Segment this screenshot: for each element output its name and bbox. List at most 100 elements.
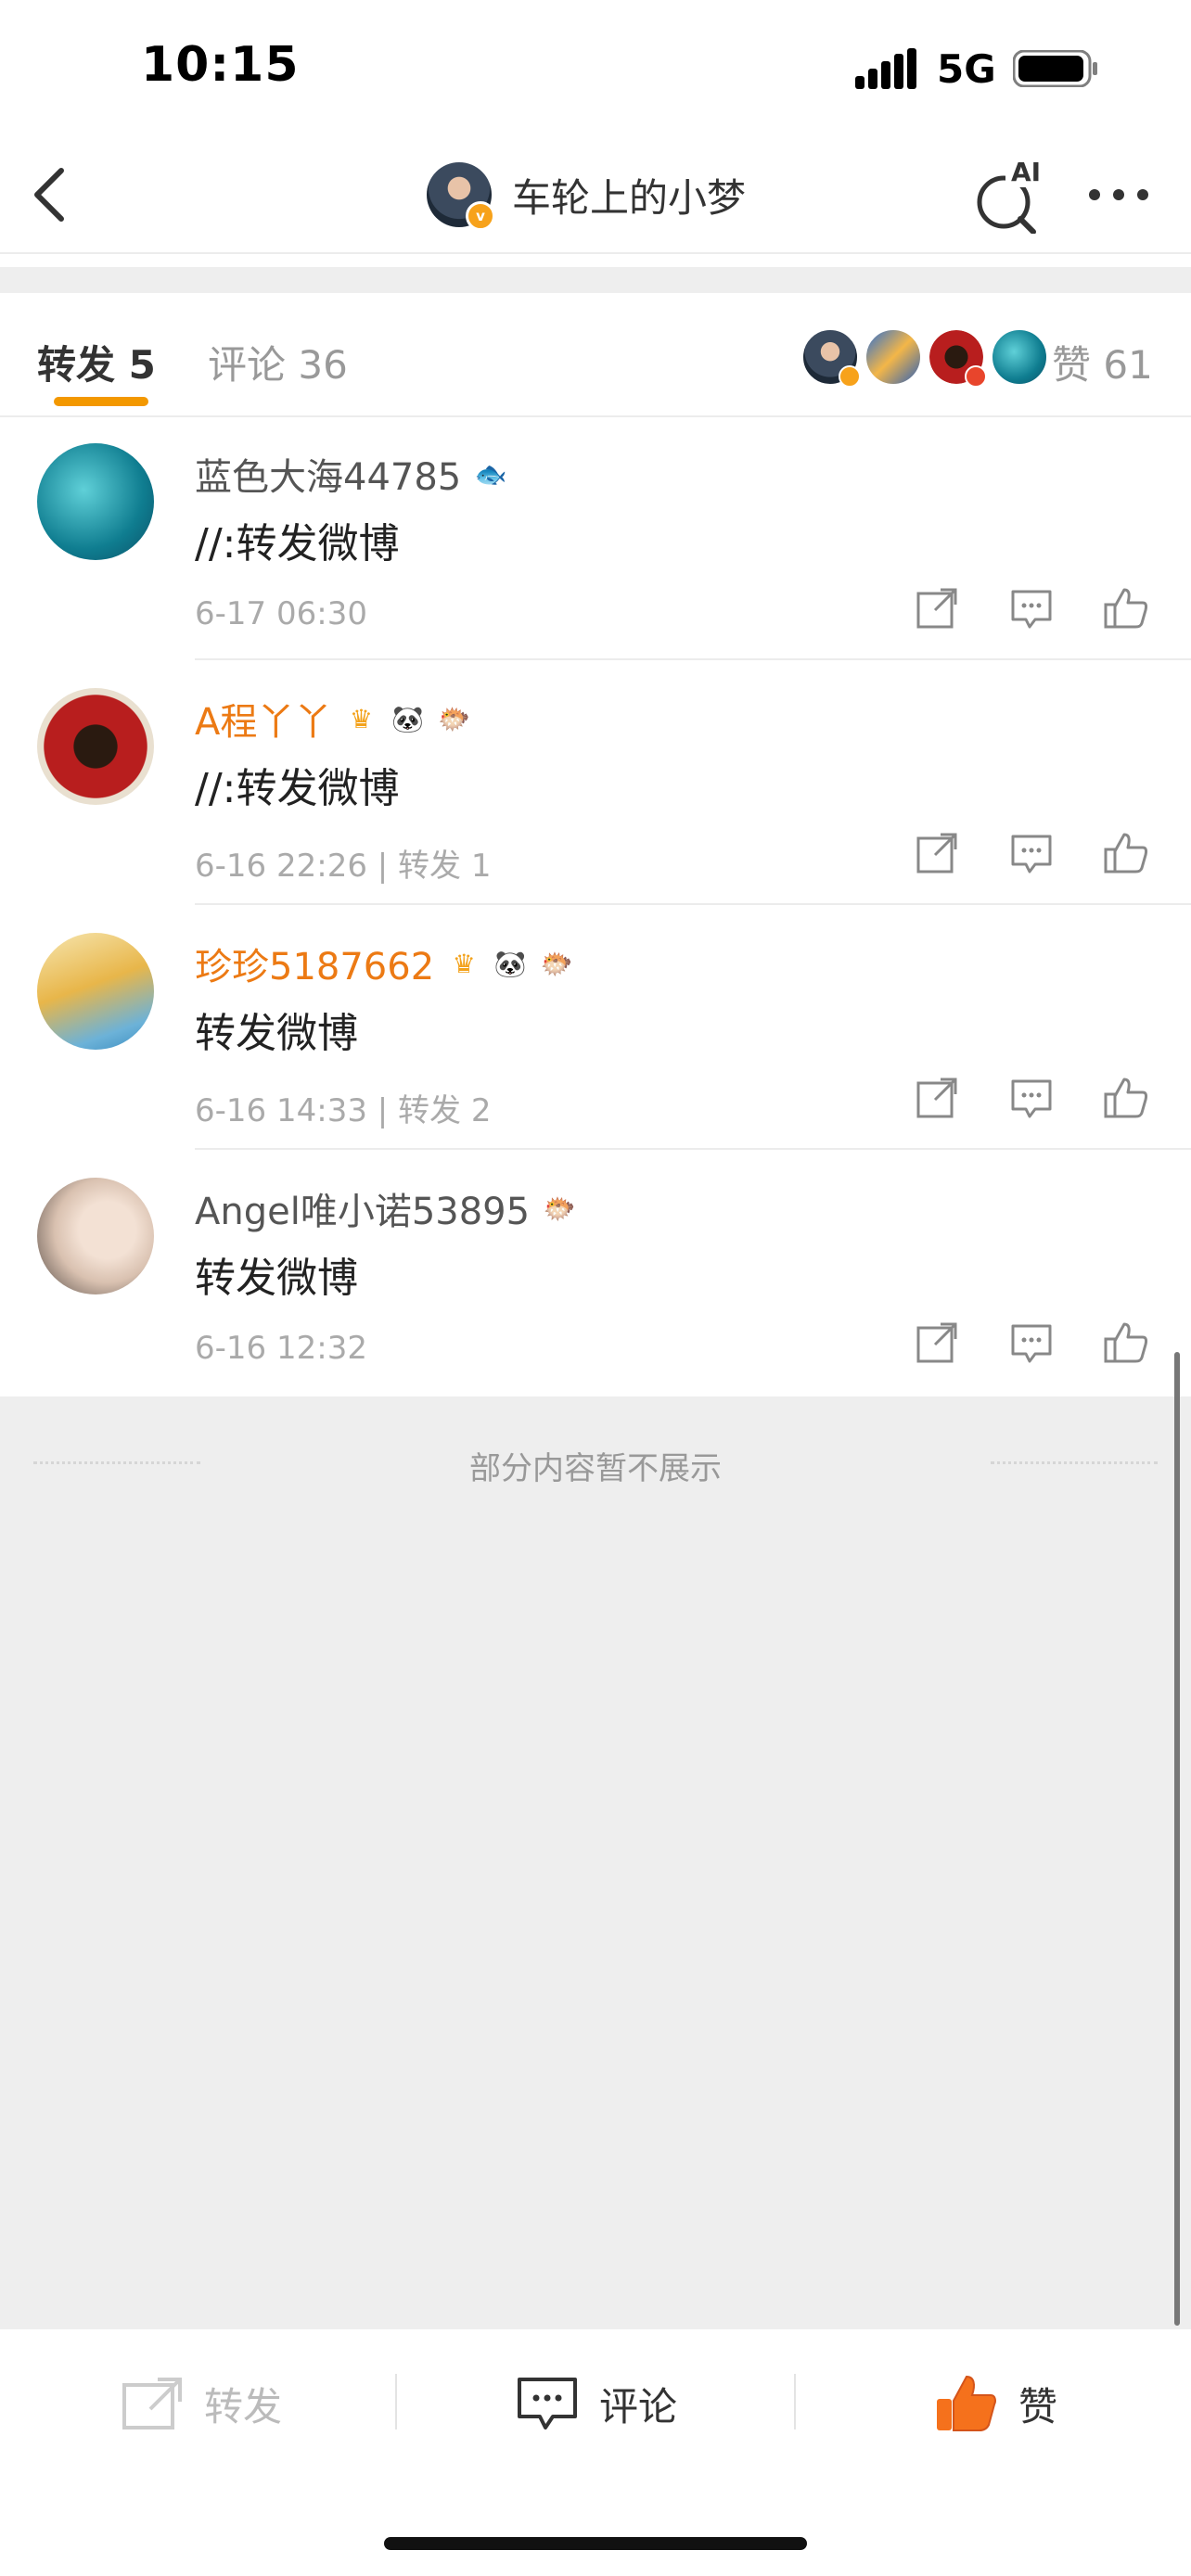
more-options-icon[interactable] [1085,176,1152,213]
comment-icon[interactable] [1007,584,1056,632]
user-name[interactable]: 珍珍5187662 ♛ 🐼 🐡 [195,937,583,990]
liker-avatars[interactable] [801,328,1054,388]
active-tab-indicator [54,397,148,406]
nav-title: 车轮上的小梦 [512,174,747,221]
repost-extra: | 转发 1 [377,848,492,885]
liker-avatar [991,328,1048,386]
user-name-text: 珍珍5187662 [195,946,435,988]
share-icon[interactable] [913,584,961,632]
share-icon[interactable] [913,1319,961,1367]
list-item[interactable]: 蓝色大海44785 🐟 //:转发微博 6-17 06:30 [0,415,1191,660]
like-label: 赞 [1018,2383,1058,2429]
repost-time: 6-16 14:33 [195,1092,367,1129]
comment-icon [518,2378,577,2429]
scrollbar[interactable] [1174,1352,1180,2326]
like-button[interactable]: 赞 [933,2366,1057,2441]
battery-icon [1013,50,1097,87]
ai-search-icon[interactable]: AI [974,156,1048,234]
nav-user[interactable]: v 车轮上的小梦 [427,158,746,232]
dotted-divider [991,1461,1158,1464]
separator [794,2374,796,2429]
list-item[interactable]: Angel唯小诺53895 🐡 转发微博 6-16 12:32 [0,1150,1191,1395]
share-icon[interactable] [913,1074,961,1122]
section-gap [0,267,1191,293]
repost-button[interactable]: 转发 [121,2366,282,2441]
user-name-text: Angel唯小诺53895 [195,1191,531,1233]
repost-meta: 6-16 22:26 | 转发 1 [195,840,491,886]
item-actions [913,829,1158,885]
repost-text: //:转发微博 [195,765,400,812]
tab-bar: 转发 5 评论 36 赞 61 [0,293,1191,417]
item-actions [913,584,1158,640]
comment-icon[interactable] [1007,829,1056,877]
verified-badge-icon: v [466,201,495,231]
avatar[interactable] [37,1178,154,1294]
user-name[interactable]: A程丫丫 ♛ 🐼 🐡 [195,692,480,746]
avatar[interactable] [37,933,154,1050]
user-name-text: 蓝色大海44785 [195,456,462,499]
liker-avatar [801,328,861,388]
panda-badge-icon: 🐼 [391,703,424,734]
nav-avatar: v [427,162,495,231]
hidden-content-area: 部分内容暂不展示 [0,1396,1191,2329]
status-time: 10:15 [141,37,300,93]
list-item[interactable]: 珍珍5187662 ♛ 🐼 🐡 转发微博 6-16 14:33 | 转发 2 [0,905,1191,1150]
comment-label: 评论 [599,2383,678,2429]
liker-avatar [928,328,987,388]
crown-badge-icon: ♛ [349,703,373,734]
tab-likes-count: 61 [1103,342,1153,388]
koi-fish-badge-icon: 🐟 [474,458,507,490]
tab-likes-label: 赞 [1052,342,1092,388]
comment-button[interactable]: 评论 [516,2366,677,2441]
user-name[interactable]: Angel唯小诺53895 🐡 [195,1181,585,1235]
crown-badge-icon: ♛ [452,948,476,979]
ai-label: AI [1011,157,1041,187]
repost-meta: 6-17 06:30 [195,595,367,632]
repost-label: 转发 [204,2383,283,2429]
repost-list: 蓝色大海44785 🐟 //:转发微博 6-17 06:30 A程丫丫 ♛ 🐼 … [0,415,1191,1395]
comment-icon[interactable] [1007,1319,1056,1367]
user-name[interactable]: 蓝色大海44785 🐟 [195,447,517,501]
user-name-text: A程丫丫 [195,701,332,744]
pufferfish-badge-icon: 🐡 [540,948,573,979]
repost-text: 转发微博 [195,1010,358,1057]
avatar[interactable] [37,443,154,560]
pufferfish-badge-icon: 🐡 [543,1192,576,1224]
repost-text: 转发微博 [195,1255,358,1302]
repost-time: 6-16 22:26 [195,848,367,885]
list-item[interactable]: A程丫丫 ♛ 🐼 🐡 //:转发微博 6-16 22:26 | 转发 1 [0,660,1191,905]
repost-icon [122,2378,182,2429]
repost-time: 6-17 06:30 [195,595,367,632]
repost-text: //:转发微博 [195,520,400,567]
status-bar: 10:15 5G [0,0,1191,139]
hidden-content-note: 部分内容暂不展示 [469,1450,722,1487]
nav-bar: v 车轮上的小梦 AI [0,139,1191,254]
like-icon[interactable] [1102,1074,1150,1122]
tab-comment-label: 评论 [208,342,287,388]
item-actions [913,1319,1158,1374]
like-filled-icon [937,2375,996,2431]
tab-comment-count: 36 [298,342,348,388]
repost-meta: 6-16 12:32 [195,1330,367,1367]
tab-repost[interactable]: 转发 5 [37,334,156,390]
home-indicator [384,2537,807,2550]
separator [395,2374,397,2429]
liker-avatar [864,328,922,386]
like-icon[interactable] [1102,1319,1150,1367]
tab-comment[interactable]: 评论 36 [208,334,348,390]
panda-badge-icon: 🐼 [493,948,527,979]
share-icon[interactable] [913,829,961,877]
repost-time: 6-16 12:32 [195,1330,367,1367]
comment-icon[interactable] [1007,1074,1056,1122]
signal-icon [855,48,916,89]
bottom-action-bar: 转发 评论 赞 [0,2329,1191,2483]
item-actions [913,1074,1158,1129]
avatar[interactable] [37,688,154,805]
repost-extra: | 转发 2 [377,1092,492,1129]
tab-likes[interactable]: 赞 61 [1052,334,1153,390]
back-arrow-icon[interactable] [24,159,76,230]
like-icon[interactable] [1102,829,1150,877]
like-icon[interactable] [1102,584,1150,632]
network-label: 5G [937,46,996,92]
pufferfish-badge-icon: 🐡 [437,703,470,734]
